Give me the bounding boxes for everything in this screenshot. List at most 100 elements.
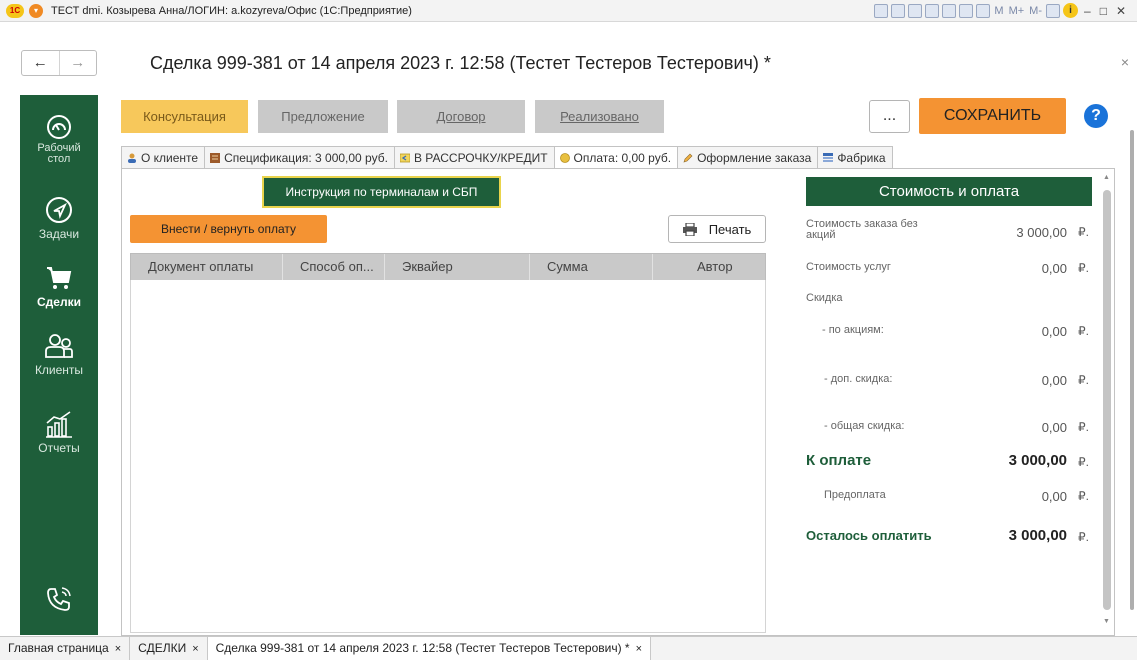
cost-row-prepay: Предоплата 0,00 ₽. xyxy=(806,489,1092,507)
close-icon[interactable]: × xyxy=(115,643,121,655)
window-tab-home[interactable]: Главная страница × xyxy=(0,637,131,660)
currency-symbol: ₽. xyxy=(1078,324,1089,338)
discount-label: Скидка xyxy=(806,292,843,304)
window-tab-current-deal[interactable]: Сделка 999-381 от 14 апреля 2023 г. 12:5… xyxy=(207,637,652,660)
column-header-method[interactable]: Способ оп... xyxy=(283,254,385,280)
tab-label: Спецификация: 3 000,00 руб. xyxy=(224,150,388,165)
preview-icon[interactable] xyxy=(908,3,923,18)
payments-table-body[interactable] xyxy=(130,280,766,633)
list-icon xyxy=(823,152,834,162)
close-icon[interactable]: × xyxy=(636,643,642,655)
sidebar-item-reports[interactable]: Отчеты xyxy=(20,409,98,455)
stage-contract[interactable]: Договор xyxy=(397,100,525,133)
form-close-button[interactable]: × xyxy=(1121,54,1129,70)
credit-icon xyxy=(399,153,410,162)
add-payment-button[interactable]: Внести / вернуть оплату xyxy=(130,215,327,243)
currency-symbol: ₽. xyxy=(1078,420,1089,434)
currency-symbol: ₽. xyxy=(1078,373,1089,387)
app-logo[interactable]: 1С xyxy=(6,3,24,18)
window-scrollbar[interactable] xyxy=(1130,130,1134,610)
print-button[interactable]: Печать xyxy=(668,215,766,243)
column-header-amount[interactable]: Сумма xyxy=(530,254,653,280)
maximize-icon[interactable]: □ xyxy=(1097,4,1110,18)
scroll-down-icon[interactable]: ▼ xyxy=(1103,618,1110,625)
print-icon[interactable] xyxy=(891,3,906,18)
memory-m-button[interactable]: M xyxy=(993,5,1004,17)
column-header-acquirer[interactable]: Эквайер xyxy=(385,254,530,280)
book-icon xyxy=(210,152,221,163)
stage-offer[interactable]: Предложение xyxy=(258,100,388,133)
link-icon[interactable] xyxy=(925,3,940,18)
remaining-value: 3 000,00 xyxy=(1008,527,1067,544)
currency-symbol: ₽. xyxy=(1078,225,1089,239)
minimize-icon[interactable]: – xyxy=(1081,4,1094,18)
history-icon[interactable] xyxy=(942,3,957,18)
sidebar-item-label: Рабочий стол xyxy=(37,142,81,165)
window-tab-label: Главная страница xyxy=(8,641,109,655)
promo-discount-label: - по акциям: xyxy=(822,324,884,336)
memory-minus-button[interactable]: M- xyxy=(1028,5,1043,17)
more-actions-button[interactable]: ... xyxy=(869,100,910,133)
cost-row-promo: - по акциям: 0,00 ₽. xyxy=(806,324,1092,342)
help-icon[interactable]: ? xyxy=(1084,104,1108,128)
printer-icon xyxy=(682,222,697,236)
stage-realized[interactable]: Реализовано xyxy=(535,100,664,133)
sidebar-item-tasks[interactable]: Задачи xyxy=(20,195,98,241)
panel-scrollbar[interactable]: ▲ ▼ xyxy=(1101,170,1113,630)
sidebar-item-label: Задачи xyxy=(38,227,80,241)
stage-consultation[interactable]: Консультация xyxy=(121,100,248,133)
left-sidebar: Рабочий стол Задачи Сделки Клиенты Отчет… xyxy=(20,95,98,635)
page-title: Сделка 999-381 от 14 апреля 2023 г. 12:5… xyxy=(150,53,771,73)
cost-row-services: Стоимость услуг 0,00 ₽. xyxy=(806,261,1092,279)
cost-row-extra: - доп. скидка: 0,00 ₽. xyxy=(806,373,1092,391)
users-icon xyxy=(45,334,73,358)
forward-button[interactable]: → xyxy=(58,51,97,75)
cost-row-order: Стоимость заказа без акций 3 000,00 ₽. xyxy=(806,219,1092,245)
save-icon[interactable] xyxy=(874,3,889,18)
close-icon[interactable]: × xyxy=(192,643,198,655)
currency-symbol: ₽. xyxy=(1078,530,1089,544)
window-tab-deals[interactable]: СДЕЛКИ × xyxy=(130,637,208,660)
scroll-up-icon[interactable]: ▲ xyxy=(1103,174,1110,181)
tab-order[interactable]: Оформление заказа xyxy=(677,146,818,169)
tab-label: Оформление заказа xyxy=(697,150,812,165)
main-menu-icon[interactable]: ▾ xyxy=(29,3,43,18)
sidebar-item-deals[interactable]: Сделки xyxy=(20,263,98,309)
tab-specification[interactable]: Спецификация: 3 000,00 руб. xyxy=(204,146,394,169)
info-icon[interactable]: i xyxy=(1063,3,1078,18)
cost-row-total-discount: - общая скидка: 0,00 ₽. xyxy=(806,420,1092,438)
calendar-icon[interactable] xyxy=(976,3,991,18)
sidebar-item-label: Клиенты xyxy=(34,363,84,377)
prepay-value: 0,00 xyxy=(1041,489,1067,504)
back-button[interactable]: ← xyxy=(22,51,59,75)
tab-payment[interactable]: Оплата: 0,00 руб. xyxy=(553,146,678,169)
cart-icon xyxy=(47,267,72,289)
window-layout-icon[interactable] xyxy=(1046,3,1060,18)
scroll-thumb[interactable] xyxy=(1103,190,1111,610)
sidebar-item-desktop[interactable]: Рабочий стол xyxy=(20,113,98,165)
tab-factory[interactable]: Фабрика xyxy=(817,146,893,169)
sidebar-item-label: Отчеты xyxy=(38,441,80,455)
compass-icon xyxy=(46,197,72,223)
save-button[interactable]: СОХРАНИТЬ xyxy=(919,98,1066,134)
to-pay-value: 3 000,00 xyxy=(1008,452,1067,469)
tab-client[interactable]: О клиенте xyxy=(121,146,205,169)
remaining-label: Осталось оплатить xyxy=(806,528,932,543)
total-discount-value: 0,00 xyxy=(1041,420,1067,435)
person-icon xyxy=(128,153,136,163)
terminal-instruction-button[interactable]: Инструкция по терминалам и СБП xyxy=(262,176,501,208)
calculator-icon[interactable] xyxy=(959,3,974,18)
memory-plus-button[interactable]: M+ xyxy=(1008,5,1026,17)
sidebar-item-clients[interactable]: Клиенты xyxy=(20,331,98,377)
sidebar-item-phone[interactable] xyxy=(20,583,98,617)
column-header-author[interactable]: Автор xyxy=(653,254,765,280)
currency-symbol: ₽. xyxy=(1078,489,1089,503)
tab-installment[interactable]: В РАССРОЧКУ/КРЕДИТ xyxy=(393,146,554,169)
tab-label: Фабрика xyxy=(837,150,886,165)
tab-label: В РАССРОЧКУ/КРЕДИТ xyxy=(413,150,548,165)
cost-row-remaining: Осталось оплатить 3 000,00 ₽. xyxy=(806,527,1092,547)
column-header-document[interactable]: Документ оплаты xyxy=(131,254,283,280)
window-close-icon[interactable]: ✕ xyxy=(1113,4,1129,18)
order-cost-label: Стоимость заказа без акций xyxy=(806,218,918,241)
history-nav: ← → xyxy=(21,50,97,76)
